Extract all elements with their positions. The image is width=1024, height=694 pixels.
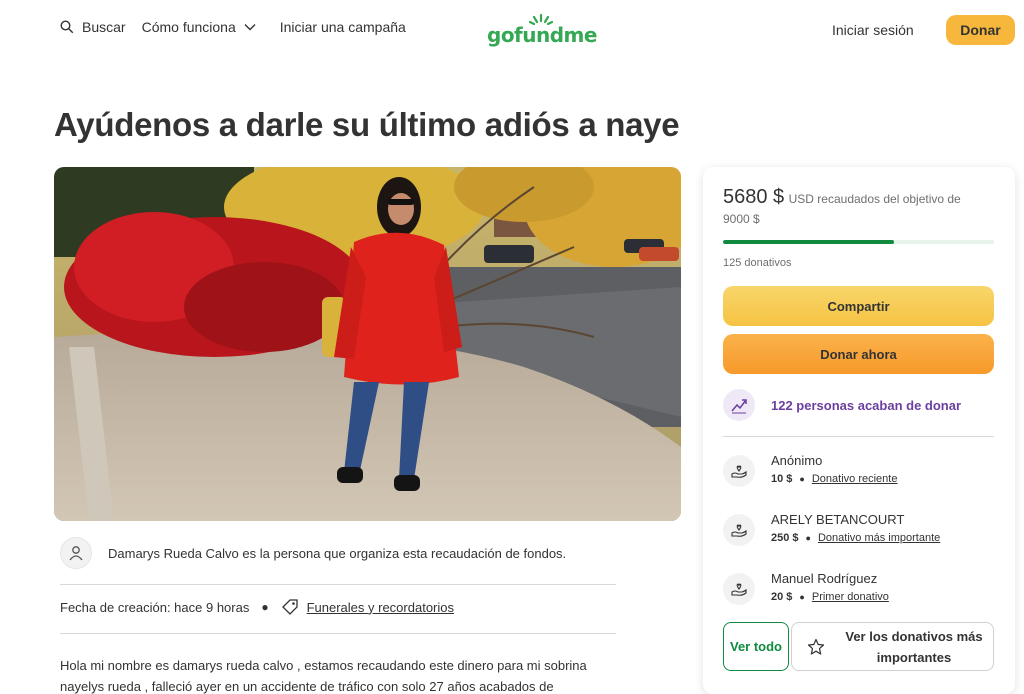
- search-icon: [60, 20, 74, 34]
- donor-avatar: [723, 455, 755, 487]
- donor-details: ARELY BETANCOURT 250 $ ● Donativo más im…: [771, 512, 940, 552]
- donor-tag[interactable]: Donativo más importante: [818, 532, 940, 544]
- created-date: Fecha de creación: hace 9 horas: [60, 599, 250, 615]
- nav-left: Buscar Cómo funciona Iniciar una campaña: [60, 19, 422, 35]
- donor-meta: 10 $ ● Donativo reciente: [771, 473, 897, 485]
- raised-summary: 5680 $ USD recaudados del objetivo de 90…: [723, 186, 983, 229]
- user-icon: [69, 546, 83, 561]
- search-link[interactable]: Buscar: [60, 19, 126, 35]
- organizer-row: Damarys Rueda Calvo es la persona que or…: [60, 537, 620, 569]
- donor-amount: 250 $: [771, 532, 799, 544]
- raised-amount: 5680 $: [723, 186, 785, 208]
- see-top-donations-label: Ver los donativos más importantes: [845, 628, 983, 665]
- donor-name: ARELY BETANCOURT: [771, 512, 905, 527]
- progress-bar: [723, 240, 994, 244]
- bullet: ●: [805, 533, 811, 543]
- see-all-button[interactable]: Ver todo: [723, 622, 789, 671]
- campaign-story: Hola mi nombre es damarys rueda calvo , …: [60, 655, 620, 694]
- donor-meta: 20 $ ● Primer donativo: [771, 591, 889, 603]
- donations-count: 125 donativos: [723, 257, 792, 269]
- donor-avatar: [723, 514, 755, 546]
- story-line: nayelys rueda , falleció ayer en un acci…: [60, 679, 554, 694]
- category-label: Funerales y recordatorios: [306, 599, 454, 615]
- donor-avatar: [723, 573, 755, 605]
- story-line: Hola mi nombre es damarys rueda calvo , …: [60, 658, 587, 673]
- campaign-meta: Fecha de creación: hace 9 horas ● Funera…: [60, 598, 454, 616]
- login-link[interactable]: Iniciar sesión: [832, 22, 914, 38]
- divider: [60, 633, 616, 634]
- heart-hand-icon: [731, 524, 747, 537]
- donor-name: Manuel Rodríguez: [771, 571, 878, 586]
- donor-details: Manuel Rodríguez 20 $ ● Primer donativo: [771, 571, 889, 611]
- donor-amount: 20 $: [771, 591, 793, 603]
- see-top-donations-button[interactable]: Ver los donativos más importantes: [791, 622, 994, 671]
- star-icon: [807, 638, 825, 655]
- chevron-down-icon: [244, 24, 256, 31]
- header-donate-button[interactable]: Donar: [946, 15, 1015, 45]
- donor-tag[interactable]: Donativo reciente: [812, 473, 898, 485]
- donor-meta: 250 $ ● Donativo más importante: [771, 532, 940, 544]
- donor-item: Manuel Rodríguez 20 $ ● Primer donativo: [723, 571, 889, 611]
- bullet: ●: [799, 474, 805, 484]
- recent-donors-row: 122 personas acaban de donar: [723, 389, 961, 421]
- meta-separator: ●: [261, 600, 269, 614]
- start-campaign-label: Iniciar una campaña: [279, 19, 406, 35]
- heart-hand-icon: [731, 583, 747, 596]
- organizer-text: Damarys Rueda Calvo es la persona que or…: [108, 545, 567, 561]
- gofundme-logo[interactable]: gofundme: [487, 13, 597, 47]
- divider: [60, 584, 616, 585]
- donor-details: Anónimo 10 $ ● Donativo reciente: [771, 453, 897, 493]
- category-link[interactable]: Funerales y recordatorios: [281, 598, 454, 616]
- donation-card: 5680 $ USD recaudados del objetivo de 90…: [703, 167, 1015, 694]
- campaign-photo-illustration: [54, 167, 681, 521]
- share-button[interactable]: Compartir: [723, 286, 994, 326]
- donor-name: Anónimo: [771, 453, 823, 468]
- how-it-works-menu[interactable]: Cómo funciona: [142, 19, 256, 35]
- page-title: Ayúdenos a darle su último adiós a naye: [54, 106, 680, 143]
- organizer-avatar: [60, 537, 92, 569]
- recent-donors-text: 122 personas acaban de donar: [771, 397, 962, 413]
- campaign-photo[interactable]: [54, 167, 681, 521]
- progress-fill: [723, 240, 894, 244]
- how-it-works-label: Cómo funciona: [141, 19, 236, 35]
- divider: [723, 436, 994, 437]
- recent-icon-wrap: [723, 389, 755, 421]
- start-campaign-link[interactable]: Iniciar una campaña: [280, 19, 406, 35]
- donor-amount: 10 $: [771, 473, 793, 485]
- top-navigation: Buscar Cómo funciona Iniciar una campaña…: [0, 0, 1024, 62]
- donate-now-button[interactable]: Donar ahora: [723, 334, 994, 374]
- search-label: Buscar: [82, 19, 126, 35]
- bullet: ●: [799, 592, 805, 602]
- donor-tag[interactable]: Primer donativo: [812, 591, 889, 603]
- tag-icon: [281, 599, 298, 615]
- heart-hand-icon: [731, 465, 747, 478]
- donor-item: Anónimo 10 $ ● Donativo reciente: [723, 453, 897, 493]
- trending-up-icon: [731, 399, 747, 414]
- logo-text: gofundme: [487, 23, 597, 47]
- donor-item: ARELY BETANCOURT 250 $ ● Donativo más im…: [723, 512, 940, 552]
